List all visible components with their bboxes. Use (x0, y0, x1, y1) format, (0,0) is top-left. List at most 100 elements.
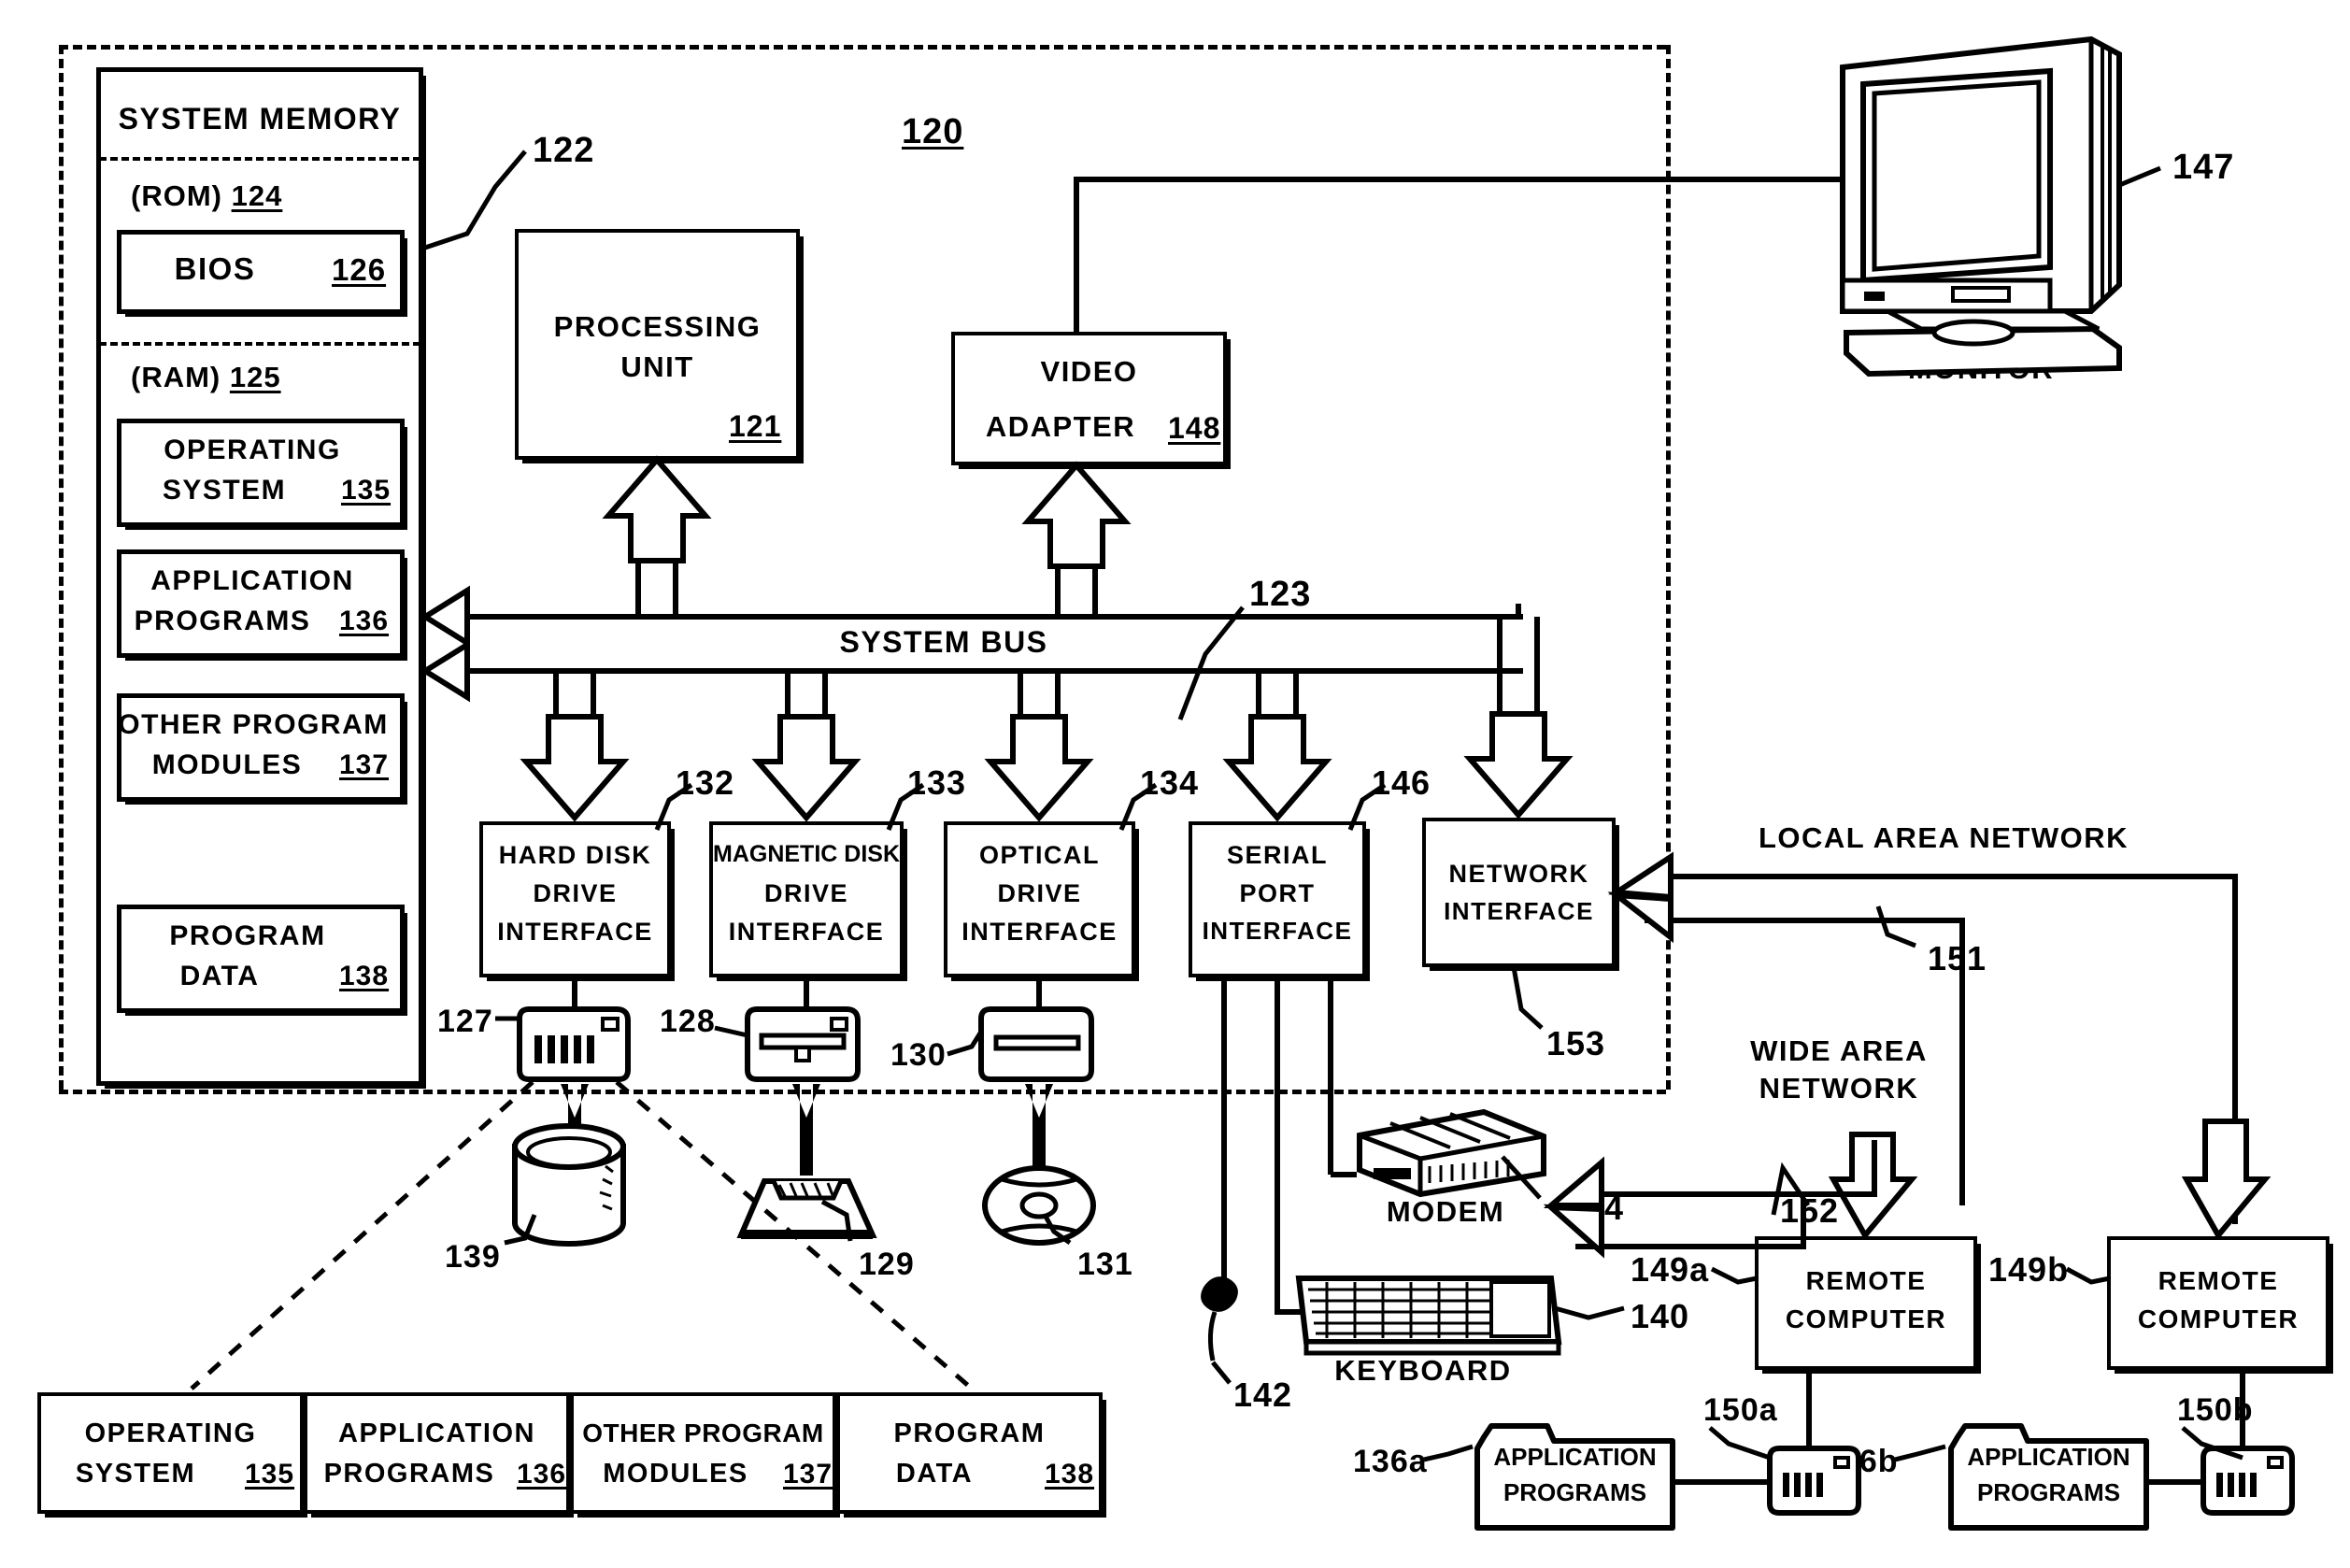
ref-127: 127 (437, 1004, 493, 1039)
remote-a-apps-folder (1474, 1420, 1675, 1531)
rom-label-group: (ROM) 124 (131, 179, 282, 213)
ref-136b-leader (1894, 1444, 1946, 1462)
bottom-strip-application-programs (304, 1392, 570, 1514)
memory-card-opm-line1: OTHER PROGRAM (118, 709, 389, 740)
magnetic-disk-drive-icon (745, 1006, 861, 1082)
ref-124: 124 (231, 179, 283, 212)
wan-to-remote-a-arrow (1828, 1132, 1918, 1241)
remote-a-line2: COMPUTER (1785, 1304, 1947, 1333)
ref-147-leader (2085, 165, 2161, 202)
ref-149b-leader (2065, 1266, 2111, 1285)
wan-line-outer (1575, 1140, 1877, 1197)
memory-card-os-line1: OPERATING (164, 435, 341, 465)
hard-disk-if-line1: HARD DISK (498, 841, 652, 869)
optical-media-arrow (1025, 1084, 1053, 1176)
remote-a-apps-line1: APPLICATION (1493, 1443, 1657, 1471)
memory-card-opm-line2: MODULES (151, 749, 303, 780)
ref-125: 125 (229, 361, 281, 393)
system-boundary-top (59, 45, 1666, 50)
remote-b-storage-icon (2200, 1446, 2295, 1516)
bottom-pd-line2: DATA (895, 1459, 974, 1489)
memory-card-os-line2: SYSTEM (162, 475, 287, 506)
hdd-arrow (520, 714, 630, 822)
remote-computer-a-block (1755, 1236, 1977, 1370)
remote-b-apps-line1: APPLICATION (1967, 1443, 2130, 1471)
ref-148: 148 (1168, 411, 1221, 445)
ref-134: 134 (1140, 763, 1200, 802)
optical-media-icon (982, 1165, 1096, 1246)
hard-disk-if-line3: INTERFACE (497, 918, 653, 946)
ref-130-leader (947, 1030, 984, 1057)
ref-136b: 136b (1822, 1444, 1899, 1479)
bottom-os-line2: SYSTEM (75, 1459, 196, 1489)
ref-138-memory: 138 (339, 961, 390, 991)
expansion-dash-left (190, 1080, 534, 1390)
ref-146: 146 (1372, 763, 1431, 802)
network-if-line2: INTERFACE (1444, 897, 1594, 925)
network-if-line1: NETWORK (1448, 860, 1589, 888)
ref-139: 139 (445, 1239, 501, 1275)
ram-divider (99, 342, 420, 346)
patent-figure-canvas: 120 SYSTEM MEMORY (ROM) 124 BIOS 126 (RA… (0, 0, 2350, 1568)
ref-122-leader (424, 150, 527, 250)
net-arrow (1463, 711, 1574, 820)
ref-123-leader (1177, 606, 1245, 720)
magnetic-disk-media-icon (736, 1178, 877, 1239)
system-bus-label: SYSTEM BUS (839, 625, 1048, 659)
ref-151-leader (1875, 905, 1916, 948)
ref-131: 131 (1077, 1247, 1133, 1282)
ref-121: 121 (729, 409, 782, 443)
ref-152: 152 (1780, 1191, 1840, 1230)
bottom-pd-line1: PROGRAM (893, 1418, 1046, 1448)
remote-b-apps-line2: PROGRAMS (1976, 1478, 2121, 1506)
memory-card-apps-line2: PROGRAMS (134, 606, 311, 636)
ref-150b-leader (2181, 1426, 2243, 1461)
ref-130: 130 (890, 1037, 947, 1073)
ref-123: 123 (1249, 575, 1312, 614)
ref-139-leader (504, 1214, 537, 1246)
ref-122: 122 (533, 131, 595, 170)
remote-b-apps-folder (1948, 1420, 2149, 1531)
monitor-label: MONITOR (1907, 352, 2055, 385)
bottom-os-line1: OPERATING (84, 1418, 257, 1448)
magnetic-disk-if-line2: DRIVE (763, 879, 849, 907)
ref-154-leader (1501, 1155, 1542, 1200)
hard-disk-drive-icon (517, 1006, 631, 1082)
ref-140-leader (1554, 1305, 1625, 1320)
serial-arrow (1222, 714, 1332, 822)
hard-disk-if-line2: DRIVE (533, 879, 618, 907)
ref-150a: 150a (1703, 1392, 1778, 1428)
memory-arrowhead-upper (420, 585, 470, 649)
cpu-arrow (602, 455, 712, 563)
ref-153: 153 (1546, 1024, 1606, 1062)
hard-disk-media-arrow (561, 1084, 589, 1176)
ram-label: (RAM) (131, 361, 221, 393)
system-boundary-left (59, 45, 64, 1090)
ref-149a-leader (1710, 1266, 1758, 1285)
ref-132: 132 (676, 763, 735, 802)
monitor-cable (1074, 177, 1843, 332)
ref-136-memory: 136 (339, 606, 390, 636)
odd-arrow (984, 714, 1094, 822)
modem-icon (1357, 1108, 1546, 1198)
keyboard-icon (1295, 1276, 1562, 1356)
rom-label: (ROM) (131, 179, 222, 212)
ref-129-leader (820, 1199, 853, 1242)
bios-label: BIOS (174, 251, 256, 286)
ref-120: 120 (902, 112, 964, 151)
ref-151: 151 (1928, 939, 1987, 977)
lan-arrowhead-lower (1607, 891, 1673, 944)
bottom-apps-line1: APPLICATION (338, 1418, 535, 1448)
ref-150a-leader (1708, 1426, 1771, 1461)
ref-133: 133 (907, 763, 967, 802)
system-boundary-right (1666, 45, 1671, 1090)
remote-a-apps-line2: PROGRAMS (1503, 1478, 1647, 1506)
processing-unit-line1: PROCESSING (553, 310, 762, 343)
wide-area-network-line2: NETWORK (1759, 1072, 1919, 1105)
optical-drive-icon (978, 1006, 1094, 1082)
local-area-network-label: LOCAL AREA NETWORK (1758, 821, 2129, 854)
network-interface-block (1422, 818, 1616, 967)
magnetic-disk-media-arrow (792, 1084, 820, 1176)
memory-card-apps-line1: APPLICATION (150, 565, 354, 596)
system-boundary-bottom (59, 1090, 1666, 1094)
